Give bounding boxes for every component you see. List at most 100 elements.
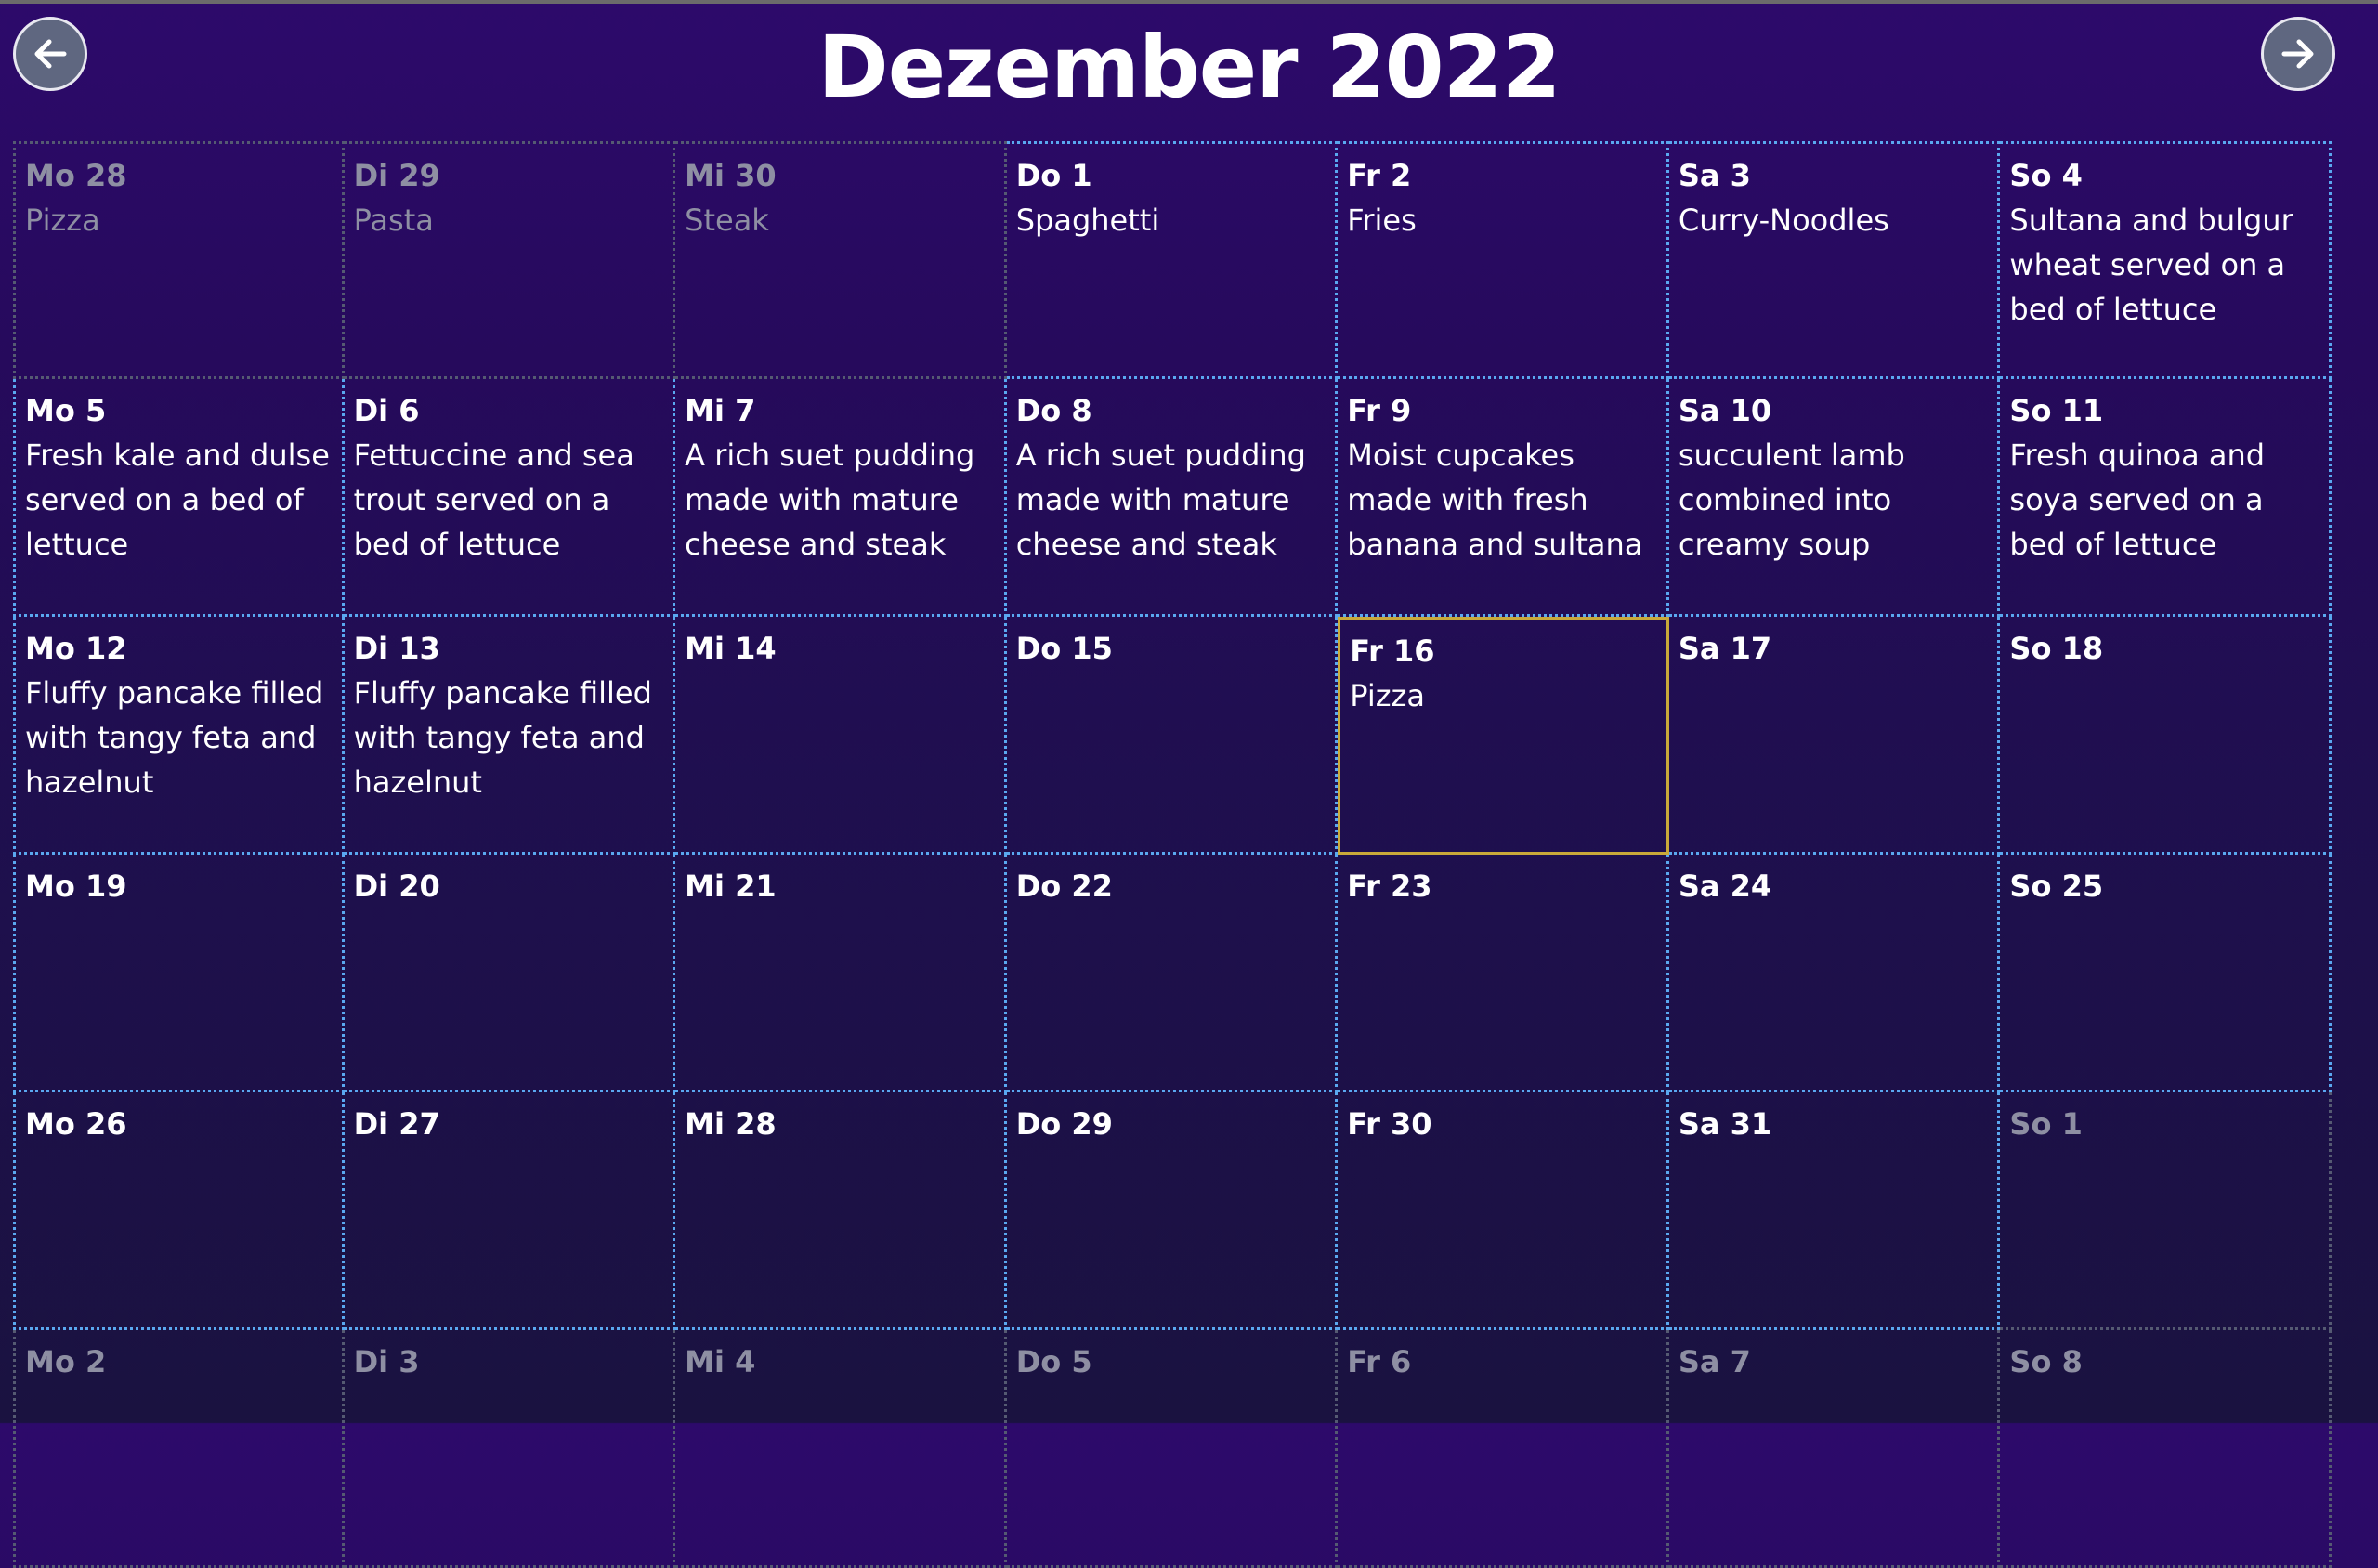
day-label: Mi 28	[685, 1106, 777, 1142]
calendar-header: Dezember 2022	[0, 4, 2378, 139]
calendar-day-cell[interactable]: Fr 23	[1338, 855, 1669, 1092]
day-label: Sa 24	[1678, 869, 1772, 904]
day-label: So 25	[2009, 869, 2104, 904]
meal-text: Sultana and bulgur wheat served on a bed…	[2009, 203, 2293, 327]
day-label: Sa 17	[1678, 631, 1772, 666]
calendar-day-cell[interactable]: Do 8 A rich suet pudding made with mature…	[1006, 379, 1339, 617]
day-label: Sa 31	[1678, 1106, 1772, 1142]
calendar-day-cell-today[interactable]: Fr 16 Pizza	[1338, 617, 1669, 855]
calendar-day-cell[interactable]: Do 29	[1006, 1092, 1339, 1330]
calendar-day-cell[interactable]: So 1	[2000, 1092, 2332, 1330]
calendar-day-cell[interactable]: So 25	[2000, 855, 2332, 1092]
day-label: Mo 19	[25, 869, 127, 904]
day-label: Do 15	[1015, 631, 1113, 666]
calendar-day-cell[interactable]: Mi 14	[675, 617, 1007, 855]
day-label: Do 22	[1015, 869, 1113, 904]
day-label: Mi 14	[685, 631, 777, 666]
calendar-day-cell[interactable]: Do 22	[1006, 855, 1339, 1092]
calendar-day-cell[interactable]: So 18	[2000, 617, 2332, 855]
day-label: Mi 4	[685, 1344, 756, 1379]
calendar-day-cell[interactable]: Mi 30 Steak	[675, 141, 1007, 379]
meal-text: Fresh quinoa and soya served on a bed of…	[2009, 438, 2266, 562]
day-label: Fr 23	[1347, 869, 1432, 904]
page-title: Dezember 2022	[817, 18, 1561, 117]
calendar-day-cell[interactable]: Di 13 Fluffy pancake filled with tangy fe…	[344, 617, 676, 855]
day-label: So 8	[2009, 1344, 2083, 1379]
calendar-day-cell[interactable]: Mi 4	[675, 1330, 1007, 1568]
day-label: Do 1	[1015, 158, 1092, 193]
day-label: Sa 7	[1678, 1344, 1751, 1379]
day-label: Do 29	[1015, 1106, 1113, 1142]
meal-text: Fluffy pancake filled with tangy feta an…	[353, 675, 652, 800]
calendar-day-cell[interactable]: Mo 12 Fluffy pancake filled with tangy fe…	[13, 617, 345, 855]
day-label: Mo 5	[25, 393, 107, 428]
meal-text: Steak	[685, 203, 769, 238]
calendar-day-cell[interactable]: Fr 6	[1338, 1330, 1669, 1568]
day-label: Mo 12	[25, 631, 127, 666]
calendar-day-cell[interactable]: Do 5	[1006, 1330, 1339, 1568]
calendar-day-cell[interactable]: Di 3	[344, 1330, 676, 1568]
calendar-day-cell[interactable]: Fr 9 Moist cupcakes made with fresh banan…	[1338, 379, 1669, 617]
day-label: Mo 28	[25, 158, 127, 193]
calendar-day-cell[interactable]: Di 29 Pasta	[344, 141, 676, 379]
day-label: So 4	[2009, 158, 2083, 193]
calendar-day-cell[interactable]: Do 15	[1006, 617, 1339, 855]
calendar-day-cell[interactable]: Di 27	[344, 1092, 676, 1330]
day-label: Mo 2	[25, 1344, 107, 1379]
day-label: Di 13	[353, 631, 440, 666]
day-label: Mi 21	[685, 869, 777, 904]
day-label: Di 27	[353, 1106, 440, 1142]
day-label: So 1	[2009, 1106, 2083, 1142]
calendar-day-cell[interactable]: Fr 2 Fries	[1338, 141, 1669, 379]
calendar-day-cell[interactable]: Sa 24	[1668, 855, 2001, 1092]
meal-text: Fettuccine and sea trout served on a bed…	[353, 438, 634, 562]
calendar-day-cell[interactable]: Mo 19	[13, 855, 345, 1092]
day-label: Fr 9	[1347, 393, 1412, 428]
calendar-day-cell[interactable]: Sa 3 Curry-Noodles	[1668, 141, 2001, 379]
meal-text: Pizza	[1350, 678, 1425, 713]
calendar-day-cell[interactable]: Sa 17	[1668, 617, 2001, 855]
day-label: Mo 26	[25, 1106, 127, 1142]
calendar-day-cell[interactable]: So 4 Sultana and bulgur wheat served on a…	[2000, 141, 2332, 379]
calendar-day-cell[interactable]: Mo 26	[13, 1092, 345, 1330]
meal-text: A rich suet pudding made with mature che…	[685, 438, 975, 562]
calendar-day-cell[interactable]: Sa 7	[1668, 1330, 2001, 1568]
calendar-day-cell[interactable]: Do 1 Spaghetti	[1006, 141, 1339, 379]
meal-text: Pasta	[353, 203, 434, 238]
calendar-day-cell[interactable]: Mi 21	[675, 855, 1007, 1092]
calendar-day-cell[interactable]: Mo 28 Pizza	[13, 141, 345, 379]
day-label: So 11	[2009, 393, 2104, 428]
calendar-day-cell[interactable]: So 11 Fresh quinoa and soya served on a b…	[2000, 379, 2332, 617]
calendar-day-cell[interactable]: Mo 5 Fresh kale and dulse served on a bed…	[13, 379, 345, 617]
day-label: Mi 30	[685, 158, 777, 193]
meal-text: Fries	[1347, 203, 1417, 238]
calendar-day-cell[interactable]: Sa 10 succulent lamb combined into creamy…	[1668, 379, 2001, 617]
day-label: Do 8	[1015, 393, 1092, 428]
calendar-day-cell[interactable]: Mi 7 A rich suet pudding made with mature…	[675, 379, 1007, 617]
calendar-day-cell[interactable]: Fr 30	[1338, 1092, 1669, 1330]
next-month-button[interactable]	[2261, 17, 2335, 91]
meal-text: Fresh kale and dulse served on a bed of …	[25, 438, 330, 562]
day-label: Fr 2	[1347, 158, 1412, 193]
arrow-right-icon	[2281, 39, 2314, 69]
calendar-day-cell[interactable]: Mo 2	[13, 1330, 345, 1568]
day-label: Sa 10	[1678, 393, 1772, 428]
meal-text: Curry-Noodles	[1678, 203, 1889, 238]
meal-text: Moist cupcakes made with fresh banana an…	[1347, 438, 1643, 562]
day-label: So 18	[2009, 631, 2104, 666]
calendar-day-cell[interactable]: Di 6 Fettuccine and sea trout served on a…	[344, 379, 676, 617]
calendar-day-cell[interactable]: So 8	[2000, 1330, 2332, 1568]
day-label: Fr 16	[1350, 634, 1435, 669]
meal-text: succulent lamb combined into creamy soup	[1678, 438, 1905, 562]
calendar-day-cell[interactable]: Di 20	[344, 855, 676, 1092]
calendar-day-cell[interactable]: Mi 28	[675, 1092, 1007, 1330]
meal-text: Fluffy pancake filled with tangy feta an…	[25, 675, 324, 800]
meal-text: Spaghetti	[1015, 203, 1160, 238]
calendar-day-cell[interactable]: Sa 31	[1668, 1092, 2001, 1330]
day-label: Di 29	[353, 158, 440, 193]
day-label: Fr 6	[1347, 1344, 1412, 1379]
meal-text: A rich suet pudding made with mature che…	[1015, 438, 1306, 562]
day-label: Fr 30	[1347, 1106, 1432, 1142]
day-label: Di 6	[353, 393, 420, 428]
meal-text: Pizza	[25, 203, 100, 238]
